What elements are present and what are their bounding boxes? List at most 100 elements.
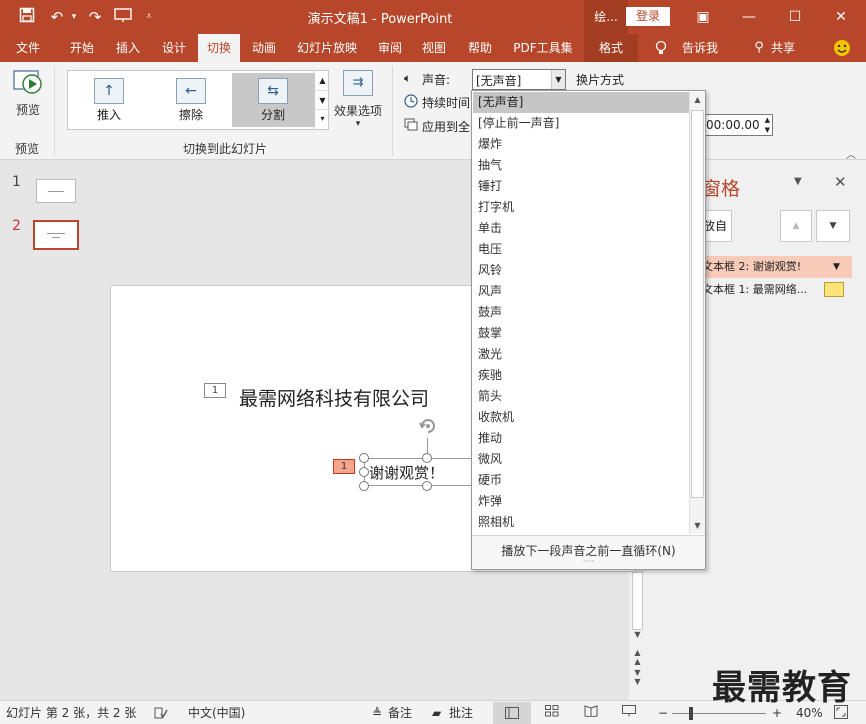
slide-title-text[interactable]: 最需网络科技有限公司 <box>239 384 429 411</box>
undo-dropdown-icon[interactable]: ▾ <box>68 7 80 27</box>
zoom-slider-thumb[interactable] <box>689 707 693 720</box>
pane-options-icon[interactable]: ▼ <box>794 176 802 187</box>
resize-handle[interactable] <box>359 467 369 477</box>
animation-item-dropdown-icon[interactable]: ▼ <box>821 256 852 278</box>
slide-thumbnail-1[interactable] <box>36 179 76 203</box>
tab-help[interactable]: 帮助 <box>458 34 502 62</box>
spinner-arrows-icon[interactable]: ▲ ▼ <box>765 115 770 135</box>
resize-handle[interactable] <box>359 481 369 491</box>
tab-insert[interactable]: 插入 <box>106 34 150 62</box>
sound-combobox[interactable]: [无声音] ▼ <box>472 69 566 90</box>
redo-icon[interactable]: ↷ <box>84 7 106 27</box>
sound-option[interactable]: [无声音] <box>473 92 689 113</box>
tab-home[interactable]: 开始 <box>60 34 104 62</box>
next-slide-icon[interactable]: ▼ ▼ <box>632 668 643 686</box>
sound-option[interactable]: 鼓掌 <box>473 323 689 344</box>
tab-review[interactable]: 审阅 <box>368 34 412 62</box>
tell-me-input[interactable]: 告诉我 <box>676 34 724 62</box>
sound-option[interactable]: 微风 <box>473 449 689 470</box>
sound-option[interactable]: 锤打 <box>473 176 689 197</box>
play-from-button[interactable]: 放自 <box>702 210 732 242</box>
tab-view[interactable]: 视图 <box>412 34 456 62</box>
language-indicator[interactable]: 中文(中国) <box>188 705 245 721</box>
gallery-up-icon[interactable]: ▲ <box>315 71 330 90</box>
sound-option[interactable]: 打字机 <box>473 197 689 218</box>
minimize-button[interactable]: — <box>726 0 772 34</box>
sound-option[interactable]: [停止前一声音] <box>473 113 689 134</box>
tab-format[interactable]: 格式 <box>584 34 638 62</box>
save-icon[interactable] <box>16 7 38 27</box>
subtitle-textbox[interactable]: 谢谢观赏！ <box>364 458 476 486</box>
notes-button[interactable]: 备注 <box>388 705 412 721</box>
tab-transitions[interactable]: 切换 <box>198 34 240 62</box>
smiley-feedback-icon[interactable] <box>830 34 854 62</box>
resize-handle[interactable] <box>422 453 432 463</box>
ribbon-display-icon[interactable]: ▣ <box>680 0 726 34</box>
tab-slideshow[interactable]: 幻灯片放映 <box>290 34 364 62</box>
dropdown-scrollbar[interactable]: ▲ ▼ <box>689 92 705 534</box>
scroll-thumb[interactable] <box>691 110 704 498</box>
tab-pdf-tools[interactable]: PDF工具集 <box>506 34 580 62</box>
preview-button[interactable]: 预览 <box>10 68 46 128</box>
sound-option[interactable]: 爆炸 <box>473 134 689 155</box>
subtitle-text[interactable]: 谢谢观赏！ <box>369 462 444 483</box>
apply-all-button[interactable]: 应用到全 <box>422 118 470 135</box>
zoom-slider-track[interactable] <box>672 713 766 714</box>
animation-tag-selected[interactable]: 1 <box>333 459 355 474</box>
sound-option[interactable]: 风声 <box>473 281 689 302</box>
present-from-start-icon[interactable] <box>112 7 134 27</box>
slide-thumbnail-2[interactable] <box>33 220 79 250</box>
sound-option[interactable]: 电压 <box>473 239 689 260</box>
comments-button[interactable]: 批注 <box>449 705 473 721</box>
sound-option[interactable]: 硬币 <box>473 470 689 491</box>
scroll-down-icon[interactable]: ▼ <box>632 630 643 639</box>
resize-handle[interactable] <box>359 453 369 463</box>
scroll-down-icon[interactable]: ▼ <box>691 520 704 532</box>
share-button[interactable]: 共享 <box>768 34 798 62</box>
tab-animations[interactable]: 动画 <box>242 34 286 62</box>
zoom-out-icon[interactable]: − <box>658 705 668 721</box>
sound-option[interactable]: 激光 <box>473 344 689 365</box>
gallery-more-icon[interactable]: ▾ <box>315 109 330 127</box>
transition-push[interactable]: ↑ 推入 <box>68 73 150 127</box>
spellcheck-icon[interactable] <box>154 705 170 721</box>
undo-icon[interactable]: ↶ <box>46 7 68 27</box>
sound-option[interactable]: 鼓声 <box>473 302 689 323</box>
sound-option[interactable]: 抽气 <box>473 155 689 176</box>
time-spinner[interactable]: 00:00.00 ▲ ▼ <box>701 114 773 136</box>
slideshow-icon[interactable] <box>622 705 638 721</box>
tab-file[interactable]: 文件 <box>6 34 50 62</box>
move-down-icon[interactable]: ▼ <box>816 210 850 242</box>
rotate-handle-icon[interactable] <box>416 414 440 438</box>
gallery-scroll[interactable]: ▲ ▼ ▾ <box>314 71 330 129</box>
transition-wipe[interactable]: ← 擦除 <box>150 73 232 127</box>
effect-options-button[interactable]: ⇉ 效果选项 ▾ <box>334 70 382 134</box>
sound-option[interactable]: 照相机 <box>473 512 689 533</box>
move-up-icon[interactable]: ▲ <box>780 210 812 242</box>
chevron-down-icon[interactable]: ▼ <box>551 70 565 89</box>
transition-split[interactable]: ⇆ 分割 <box>232 73 314 127</box>
sound-option[interactable]: 风铃 <box>473 260 689 281</box>
prev-slide-icon[interactable]: ▲ ▲ <box>632 648 643 666</box>
resize-grip-icon[interactable]: ···· <box>472 558 705 567</box>
reading-view-icon[interactable] <box>584 705 600 721</box>
editor-scrollbar[interactable]: ▼ ▲ ▲ ▼ ▼ <box>629 572 646 700</box>
close-button[interactable]: ✕ <box>818 0 864 34</box>
tab-design[interactable]: 设计 <box>152 34 196 62</box>
normal-view-icon[interactable] <box>493 702 531 724</box>
sound-option[interactable]: 箭头 <box>473 386 689 407</box>
scroll-thumb[interactable] <box>632 572 643 630</box>
customize-qat-icon[interactable]: ⩡ <box>142 7 156 27</box>
scroll-up-icon[interactable]: ▲ <box>691 94 704 106</box>
close-pane-icon[interactable]: ✕ <box>834 173 847 191</box>
collapse-ribbon-icon[interactable]: ︿ <box>846 146 856 161</box>
animation-item[interactable]: 文本框 1: 最需网络... <box>702 280 818 300</box>
sound-option[interactable]: 收款机 <box>473 407 689 428</box>
sound-option[interactable]: 推动 <box>473 428 689 449</box>
maximize-button[interactable]: ☐ <box>772 0 818 34</box>
slide-sorter-icon[interactable] <box>545 705 561 721</box>
animation-tag[interactable]: 1 <box>204 383 226 398</box>
gallery-down-icon[interactable]: ▼ <box>315 90 330 109</box>
login-button[interactable]: 登录 <box>626 7 670 26</box>
sound-option[interactable]: 疾驰 <box>473 365 689 386</box>
